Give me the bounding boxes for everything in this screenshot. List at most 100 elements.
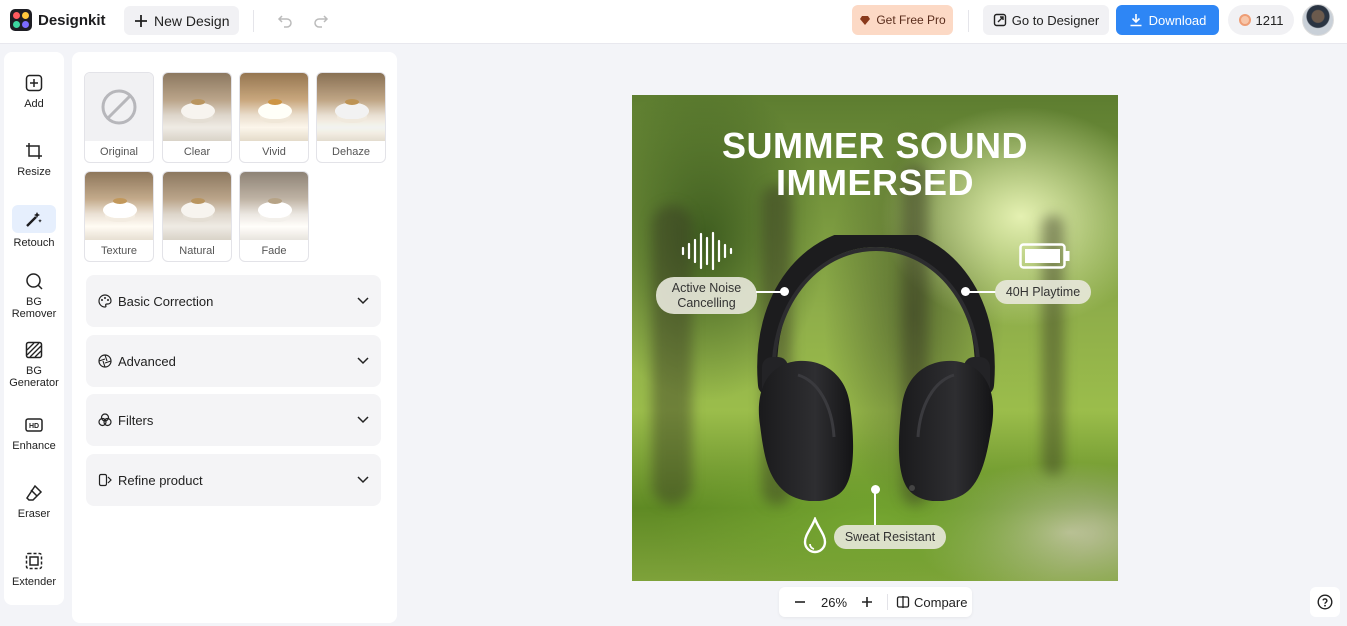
download-label: Download xyxy=(1148,12,1207,28)
sidebar-item-enhance[interactable]: HD Enhance xyxy=(4,414,64,452)
preset-preview xyxy=(240,73,308,141)
sidebar-item-extender[interactable]: Extender xyxy=(4,550,64,588)
sidebar-item-bg-generator[interactable]: BG Generator xyxy=(4,339,64,389)
preset-natural[interactable]: Natural xyxy=(162,171,232,262)
design-canvas[interactable]: SUMMER SOUND IMMERSED Active Noise Cance… xyxy=(632,95,1118,581)
diamond-icon xyxy=(860,15,871,25)
preset-vivid[interactable]: Vivid xyxy=(239,72,309,163)
magic-wand-icon xyxy=(12,205,56,233)
compare-button[interactable]: Compare xyxy=(888,595,967,610)
section-label: Advanced xyxy=(118,353,176,369)
external-edit-icon xyxy=(993,13,1006,27)
callout-dot xyxy=(780,287,789,296)
question-icon xyxy=(1317,594,1333,610)
preset-clear[interactable]: Clear xyxy=(162,72,232,163)
chevron-down-icon xyxy=(357,416,369,424)
feature-anc-line-2: Cancelling xyxy=(677,296,736,310)
chevron-down-icon xyxy=(357,357,369,365)
aperture-icon xyxy=(98,354,112,368)
preset-label: Natural xyxy=(179,245,215,257)
preset-label: Fade xyxy=(261,245,287,257)
sidebar-item-label: Enhance xyxy=(12,440,56,452)
preset-label: Vivid xyxy=(262,146,286,158)
new-design-button[interactable]: New Design xyxy=(124,6,240,35)
feature-anc-line-1: Active Noise xyxy=(671,281,742,295)
svg-text:HD: HD xyxy=(29,423,39,430)
section-label: Refine product xyxy=(118,472,203,488)
get-free-pro-button[interactable]: Get Free Pro xyxy=(852,5,953,35)
preset-texture[interactable]: Texture xyxy=(84,171,154,262)
undo-button[interactable] xyxy=(274,10,296,32)
preset-preview xyxy=(317,73,385,141)
chevron-down-icon xyxy=(357,476,369,484)
redo-icon xyxy=(314,15,329,28)
preset-label: Dehaze xyxy=(332,146,370,158)
sidebar-item-label: Resize xyxy=(17,166,51,178)
bg-generator-icon xyxy=(23,339,45,361)
compare-label: Compare xyxy=(914,594,968,610)
preset-preview xyxy=(240,172,308,240)
retouch-panel: Original Clear Vivid Dehaze Texture Natu… xyxy=(72,52,397,623)
sidebar-item-label: Eraser xyxy=(17,508,51,520)
divider xyxy=(968,10,969,32)
chevron-down-icon xyxy=(357,297,369,305)
sidebar-item-label: Add xyxy=(24,98,44,110)
credits-count: 1211 xyxy=(1255,12,1284,28)
redo-button[interactable] xyxy=(310,10,332,32)
sound-wave-icon xyxy=(681,231,733,271)
section-advanced[interactable]: Advanced xyxy=(86,335,381,387)
sidebar-item-retouch[interactable]: Retouch xyxy=(4,205,64,249)
plus-square-icon xyxy=(23,72,45,94)
divider xyxy=(253,10,254,32)
help-button[interactable] xyxy=(1310,587,1340,617)
zoom-in-button[interactable] xyxy=(847,596,887,608)
preset-preview xyxy=(163,172,231,240)
user-avatar[interactable] xyxy=(1302,4,1334,36)
new-design-label: New Design xyxy=(154,12,230,29)
designkit-logo-icon xyxy=(10,9,32,31)
credits-badge[interactable]: 1211 xyxy=(1228,5,1294,35)
app-name: Designkit xyxy=(38,11,106,29)
feature-playtime-label[interactable]: 40H Playtime xyxy=(995,280,1091,304)
feature-anc-label[interactable]: Active Noise Cancelling xyxy=(656,277,757,314)
app-logo[interactable]: Designkit xyxy=(10,9,106,31)
go-to-designer-label: Go to Designer xyxy=(1011,12,1100,28)
sidebar-item-eraser[interactable]: Eraser xyxy=(4,482,64,520)
sidebar-item-resize[interactable]: Resize xyxy=(4,140,64,178)
callout-line xyxy=(874,492,876,525)
sidebar-item-bg-remover[interactable]: BG Remover xyxy=(4,270,64,320)
plus-icon xyxy=(135,14,147,27)
preset-fade[interactable]: Fade xyxy=(239,171,309,262)
headline-line-2: IMMERSED xyxy=(775,162,974,203)
minus-icon xyxy=(795,601,805,603)
undo-icon xyxy=(277,15,292,28)
bg-remover-icon xyxy=(23,270,45,292)
section-refine-product[interactable]: Refine product xyxy=(86,454,381,506)
top-bar: Designkit New Design Get Free Pro Go to … xyxy=(0,0,1347,44)
download-button[interactable]: Download xyxy=(1116,5,1219,35)
callout-line xyxy=(968,291,996,293)
none-icon xyxy=(101,89,137,125)
section-basic-correction[interactable]: Basic Correction xyxy=(86,275,381,327)
preset-label: Clear xyxy=(183,146,211,158)
canvas-headline[interactable]: SUMMER SOUND IMMERSED xyxy=(632,127,1118,201)
coin-icon xyxy=(1238,14,1251,26)
battery-icon xyxy=(1019,243,1070,269)
sidebar-item-label: BG Generator xyxy=(9,365,59,389)
go-to-designer-button[interactable]: Go to Designer xyxy=(983,5,1109,35)
preset-preview xyxy=(85,172,153,240)
section-filters[interactable]: Filters xyxy=(86,394,381,446)
filters-icon xyxy=(98,413,112,427)
preset-dehaze[interactable]: Dehaze xyxy=(316,72,386,163)
zoom-out-button[interactable] xyxy=(779,596,821,608)
feature-sweat-label[interactable]: Sweat Resistant xyxy=(834,525,946,549)
crop-icon xyxy=(23,140,45,162)
plus-icon xyxy=(862,597,872,607)
sidebar-item-label: BG Remover xyxy=(11,296,57,320)
sidebar-item-add[interactable]: Add xyxy=(4,72,64,110)
headphones-product[interactable] xyxy=(750,235,1002,501)
section-label: Filters xyxy=(118,412,154,428)
preset-original[interactable]: Original xyxy=(84,72,154,163)
preset-preview xyxy=(85,73,153,141)
palette-icon xyxy=(98,294,112,308)
